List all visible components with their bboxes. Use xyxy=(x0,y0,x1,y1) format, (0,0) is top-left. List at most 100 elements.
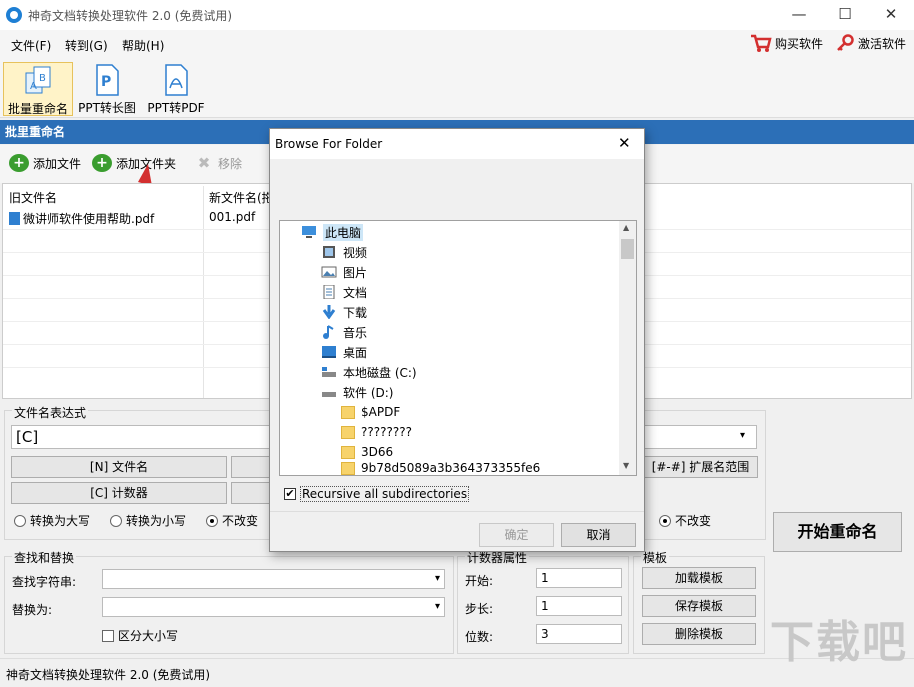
tree-node-music[interactable]: 音乐 xyxy=(321,323,367,341)
close-button[interactable]: ✕ xyxy=(868,0,914,30)
counter-step-label: 步长: xyxy=(465,602,494,616)
activate-software-label: 激活软件 xyxy=(858,36,907,51)
counter-start-label: 开始: xyxy=(465,574,494,588)
tree-node-folder[interactable]: 9b78d5089a3b364373355fe6 xyxy=(341,461,540,475)
tree-node-folder[interactable]: ???????? xyxy=(341,423,412,441)
tree-scrollbar[interactable]: ▲ ▼ xyxy=(619,221,636,475)
radio-nochange-label: 不改变 xyxy=(222,514,259,528)
video-folder-icon xyxy=(323,246,335,258)
tool-batch-rename[interactable]: BA 批量重命名 xyxy=(3,62,73,116)
save-template-button[interactable]: 保存模板 xyxy=(642,595,756,617)
tree-node-label: 图片 xyxy=(343,265,368,280)
scroll-thumb[interactable] xyxy=(621,239,634,259)
remove-button[interactable]: ✖ 移除 xyxy=(194,154,242,172)
chevron-down-icon[interactable]: ▾ xyxy=(740,430,745,441)
dialog-divider xyxy=(270,511,644,512)
template-title: 模板 xyxy=(641,549,670,566)
folder-tree[interactable]: 此电脑 视频 图片 文档 下载 音乐 桌面 本地磁盘 (C:) 软件 (D:) … xyxy=(279,220,637,476)
counter-digits-label: 位数: xyxy=(465,630,494,644)
dialog-ok-button[interactable]: 确定 xyxy=(479,523,554,547)
radio-lowercase[interactable]: 转换为小写 xyxy=(110,512,186,529)
tree-node-drive-d[interactable]: 软件 (D:) xyxy=(321,383,393,401)
counter-token-button[interactable]: [C] 计数器 xyxy=(11,482,227,504)
tree-node-videos[interactable]: 视频 xyxy=(321,243,367,261)
menu-file[interactable]: 文件(F) xyxy=(11,37,51,54)
token-button[interactable] xyxy=(231,456,271,478)
tool-ppt-long-image[interactable]: P PPT转长图 xyxy=(72,62,142,116)
tree-node-documents[interactable]: 文档 xyxy=(321,283,367,301)
counter-start-input[interactable]: 1 xyxy=(536,568,622,588)
tree-node-this-pc[interactable]: 此电脑 xyxy=(301,223,364,241)
ext-range-button[interactable]: [#-#] 扩展名范围 xyxy=(643,456,758,478)
tree-node-folder[interactable]: 3D66 xyxy=(341,443,393,461)
find-input[interactable] xyxy=(102,569,445,589)
dialog-close-button[interactable]: ✕ xyxy=(618,134,631,152)
tool-ppt-to-pdf-label: PPT转PDF xyxy=(147,101,205,115)
tree-node-label: 文档 xyxy=(343,285,368,300)
shopping-cart-icon xyxy=(751,34,772,52)
folder-icon xyxy=(341,445,355,459)
svg-text:B: B xyxy=(39,73,46,84)
radio-uppercase[interactable]: 转换为大写 xyxy=(14,512,90,529)
pdf-icon xyxy=(165,64,188,96)
case-sensitive-checkbox[interactable]: 区分大小写 xyxy=(102,627,178,644)
scroll-up-icon[interactable]: ▲ xyxy=(623,223,629,232)
app-logo-icon xyxy=(6,7,22,23)
menu-help[interactable]: 帮助(H) xyxy=(122,37,164,54)
tool-batch-rename-label: 批量重命名 xyxy=(7,102,68,116)
start-rename-button[interactable]: 开始重命名 xyxy=(773,512,902,552)
menu-goto[interactable]: 转到(G) xyxy=(65,37,108,54)
folder-icon xyxy=(341,461,355,475)
tool-ppt-to-pdf[interactable]: PPT转PDF xyxy=(141,62,211,116)
tree-node-label: 音乐 xyxy=(343,325,368,340)
tree-node-label: 3D66 xyxy=(361,445,394,459)
tree-node-label: 桌面 xyxy=(343,345,368,360)
tree-node-folder[interactable]: $APDF xyxy=(341,403,400,421)
key-icon xyxy=(837,34,854,51)
remove-label: 移除 xyxy=(218,156,243,171)
computer-icon xyxy=(302,226,316,238)
activate-software-button[interactable]: 激活软件 xyxy=(836,34,906,52)
tree-node-desktop[interactable]: 桌面 xyxy=(321,343,367,361)
browse-folder-dialog: Browse For Folder ✕ 此电脑 视频 图片 文档 下载 音乐 桌… xyxy=(269,128,645,552)
watermark-logo: 下载吧 xyxy=(770,617,908,668)
row-old-name: 微讲师软件使用帮助.pdf xyxy=(23,212,155,226)
load-template-button[interactable]: 加载模板 xyxy=(642,567,756,589)
counter-digits-input[interactable]: 3 xyxy=(536,624,622,644)
tree-node-label: $APDF xyxy=(361,405,401,419)
replace-input[interactable] xyxy=(102,597,445,617)
add-file-icon: + xyxy=(9,154,29,172)
pictures-folder-icon xyxy=(321,266,337,278)
maximize-button[interactable]: ☐ xyxy=(822,0,868,30)
radio-nochange[interactable]: 不改变 xyxy=(206,512,258,529)
svg-text:A: A xyxy=(30,81,37,92)
buy-software-button[interactable]: 购买软件 xyxy=(750,33,823,53)
counter-step-input[interactable]: 1 xyxy=(536,596,622,616)
documents-folder-icon xyxy=(323,285,335,299)
checkbox-box xyxy=(102,629,114,642)
column-new-name[interactable]: 新文件名(拖 xyxy=(209,189,274,206)
radio-ext-nochange-label: 不改变 xyxy=(675,514,712,528)
scroll-down-icon[interactable]: ▼ xyxy=(623,461,629,470)
tree-node-downloads[interactable]: 下载 xyxy=(321,303,367,321)
column-old-name[interactable]: 旧文件名 xyxy=(9,189,57,206)
tree-node-drive-c[interactable]: 本地磁盘 (C:) xyxy=(321,363,417,381)
tree-node-label: ???????? xyxy=(361,425,412,439)
recursive-label: Recursive all subdirectories xyxy=(300,486,470,502)
add-folder-icon: + xyxy=(92,154,112,172)
name-token-button[interactable]: [N] 文件名 xyxy=(11,456,227,478)
delete-template-button[interactable]: 删除模板 xyxy=(642,623,756,645)
dialog-cancel-button[interactable]: 取消 xyxy=(561,523,636,547)
radio-lowercase-label: 转换为小写 xyxy=(126,514,187,528)
table-row[interactable]: 微讲师软件使用帮助.pdf xyxy=(9,210,154,227)
token-button[interactable] xyxy=(231,482,271,504)
add-file-button[interactable]: + 添加文件 xyxy=(9,154,81,172)
tree-node-pictures[interactable]: 图片 xyxy=(321,263,367,281)
case-sensitive-label: 区分大小写 xyxy=(118,629,179,643)
rename-batch-icon: BA xyxy=(25,66,51,94)
recursive-checkbox[interactable]: ✔ Recursive all subdirectories xyxy=(284,486,470,502)
status-text: 神奇文档转换处理软件 2.0 (免费试用) xyxy=(6,668,211,682)
checkmark-icon: ✔ xyxy=(284,487,296,500)
radio-ext-nochange[interactable]: 不改变 xyxy=(659,512,711,529)
minimize-button[interactable]: — xyxy=(776,0,822,30)
